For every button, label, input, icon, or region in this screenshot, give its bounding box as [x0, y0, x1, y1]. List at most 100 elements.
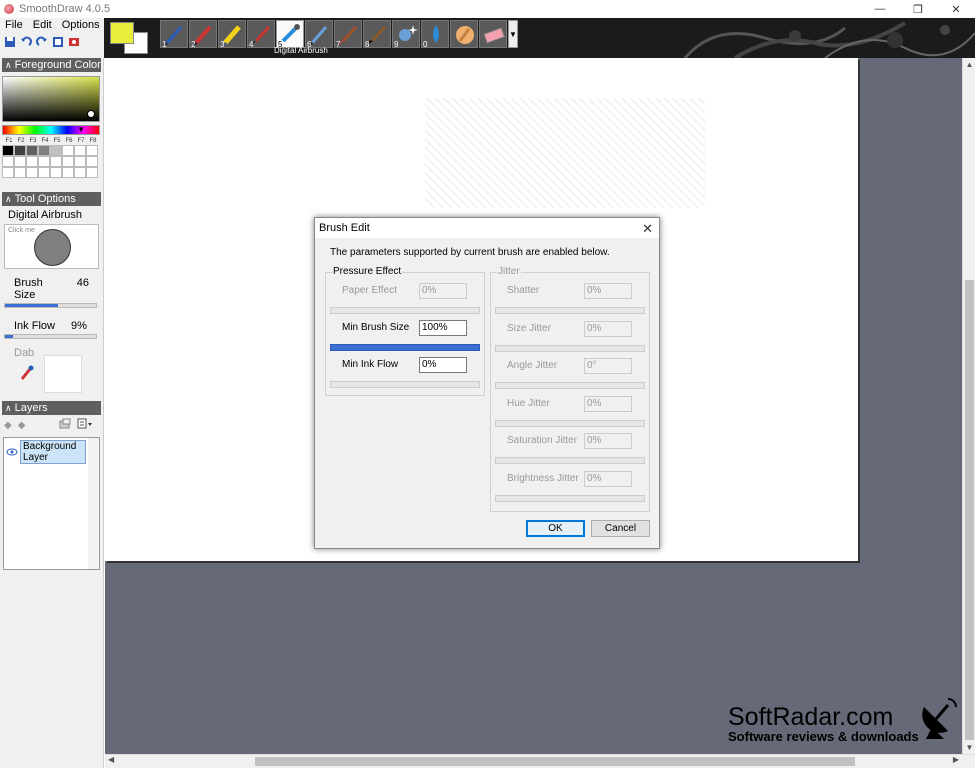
dialog-close-icon[interactable]: ✕: [642, 221, 653, 237]
hue-slider[interactable]: ▼: [2, 125, 100, 135]
save-icon[interactable]: [3, 35, 16, 48]
scroll-left-icon[interactable]: ◀: [108, 755, 114, 764]
foreground-color-header[interactable]: ∧ Foreground Color: [2, 58, 101, 72]
jitter-slider[interactable]: [495, 494, 645, 502]
layer-item-background[interactable]: Background Layer: [4, 438, 99, 466]
jitter-slider[interactable]: [495, 457, 645, 464]
palette-swatch[interactable]: [74, 145, 86, 156]
palette-swatch[interactable]: [26, 145, 38, 156]
palette-swatch[interactable]: [86, 156, 98, 167]
layer-menu-icon[interactable]: [77, 418, 93, 432]
palette-swatch[interactable]: [38, 145, 50, 156]
menu-options[interactable]: Options: [57, 19, 105, 31]
palette-swatch[interactable]: [50, 156, 62, 167]
brush-preview[interactable]: Click me: [4, 224, 99, 269]
ok-button[interactable]: OK: [526, 520, 585, 537]
palette-swatch[interactable]: [2, 145, 14, 156]
jitter-input[interactable]: 0%: [584, 433, 632, 449]
tool-button-5[interactable]: 5: [276, 20, 304, 49]
record-icon[interactable]: [67, 35, 80, 48]
jitter-input[interactable]: 0%: [584, 320, 632, 337]
tool-button-3[interactable]: 3: [218, 20, 246, 49]
color-swatches[interactable]: [110, 22, 150, 54]
move-layer-up-icon[interactable]: ◆: [4, 420, 12, 431]
layers-header[interactable]: ∧ Layers: [2, 401, 101, 415]
layer-name[interactable]: Background Layer: [20, 440, 86, 464]
visibility-eye-icon[interactable]: [6, 447, 18, 457]
fullscreen-icon[interactable]: [51, 35, 64, 48]
restore-button[interactable]: ❐: [899, 0, 937, 18]
layer-list-scrollbar[interactable]: [88, 438, 99, 569]
palette-swatch[interactable]: [38, 167, 50, 178]
color-picker-cursor[interactable]: [87, 110, 95, 118]
menu-file[interactable]: File: [0, 19, 28, 31]
pressure-slider[interactable]: [330, 307, 480, 314]
tool-button-9[interactable]: 9: [392, 20, 420, 49]
undo-icon[interactable]: [19, 35, 32, 48]
tool-options-header[interactable]: ∧ Tool Options: [2, 192, 101, 206]
vertical-scroll-thumb[interactable]: [965, 280, 974, 740]
palette-swatch[interactable]: [50, 145, 62, 156]
tool-button-7[interactable]: 7: [334, 20, 362, 49]
palette-swatch[interactable]: [86, 167, 98, 178]
horizontal-scrollbar[interactable]: ◀ ▶: [105, 754, 975, 768]
jitter-slider[interactable]: [495, 307, 645, 314]
jitter-slider[interactable]: [495, 419, 645, 427]
scroll-up-icon[interactable]: ▲: [963, 60, 975, 69]
palette-swatch[interactable]: [38, 156, 50, 167]
color-picker[interactable]: [2, 76, 100, 122]
move-layer-down-icon[interactable]: ◆: [18, 420, 26, 431]
pressure-input[interactable]: 0%: [419, 283, 467, 299]
menu-edit[interactable]: Edit: [28, 19, 57, 31]
tool-button-11[interactable]: [450, 20, 478, 48]
palette-swatch[interactable]: [14, 167, 26, 178]
new-layer-icon[interactable]: [59, 418, 71, 432]
tool-button-6[interactable]: 6: [305, 20, 333, 49]
palette-swatch[interactable]: [50, 167, 62, 178]
scroll-right-icon[interactable]: ▶: [953, 755, 959, 764]
jitter-slider[interactable]: [495, 382, 645, 389]
palette-swatches: [2, 145, 103, 178]
cancel-button[interactable]: Cancel: [591, 520, 650, 537]
tool-button-1[interactable]: 1: [160, 20, 188, 49]
palette-swatch[interactable]: [14, 156, 26, 167]
vertical-scrollbar[interactable]: ▲ ▼: [962, 58, 975, 754]
palette-swatch[interactable]: [14, 145, 26, 156]
brush-size-slider[interactable]: [4, 303, 97, 308]
pressure-input[interactable]: 100%: [419, 320, 467, 336]
tool-button-10[interactable]: 0: [421, 20, 449, 49]
pressure-slider[interactable]: [330, 344, 480, 351]
jitter-input[interactable]: 0%: [584, 283, 632, 299]
palette-swatch[interactable]: [26, 156, 38, 167]
more-tools-dropdown-icon[interactable]: ▼: [508, 20, 518, 48]
pressure-input[interactable]: 0%: [419, 357, 467, 373]
redo-icon[interactable]: [35, 35, 48, 48]
horizontal-scroll-thumb[interactable]: [255, 757, 855, 766]
tool-button-4[interactable]: 4: [247, 20, 275, 49]
scroll-down-icon[interactable]: ▼: [963, 743, 975, 752]
palette-swatch[interactable]: [2, 167, 14, 178]
foreground-color-swatch[interactable]: [110, 22, 134, 44]
jitter-input[interactable]: 0°: [584, 358, 632, 374]
close-button[interactable]: ✕: [937, 0, 975, 18]
jitter-slider[interactable]: [495, 344, 645, 352]
tool-button-12[interactable]: [479, 20, 507, 48]
dab-preview[interactable]: [44, 355, 82, 393]
tool-button-8[interactable]: 8: [363, 20, 391, 49]
dropper-icon[interactable]: [20, 365, 34, 384]
palette-swatch[interactable]: [74, 156, 86, 167]
palette-swatch[interactable]: [2, 156, 14, 167]
ink-flow-slider[interactable]: [4, 334, 97, 339]
palette-swatch[interactable]: [86, 145, 98, 156]
minimize-button[interactable]: —: [861, 0, 899, 18]
tool-button-2[interactable]: 2: [189, 20, 217, 49]
jitter-input[interactable]: 0%: [584, 395, 632, 412]
palette-swatch[interactable]: [74, 167, 86, 178]
jitter-input[interactable]: 0%: [584, 470, 632, 487]
pressure-slider[interactable]: [330, 381, 480, 388]
palette-swatch[interactable]: [62, 156, 74, 167]
hue-marker-icon[interactable]: ▼: [77, 125, 85, 134]
palette-swatch[interactable]: [26, 167, 38, 178]
palette-swatch[interactable]: [62, 167, 74, 178]
palette-swatch[interactable]: [62, 145, 74, 156]
